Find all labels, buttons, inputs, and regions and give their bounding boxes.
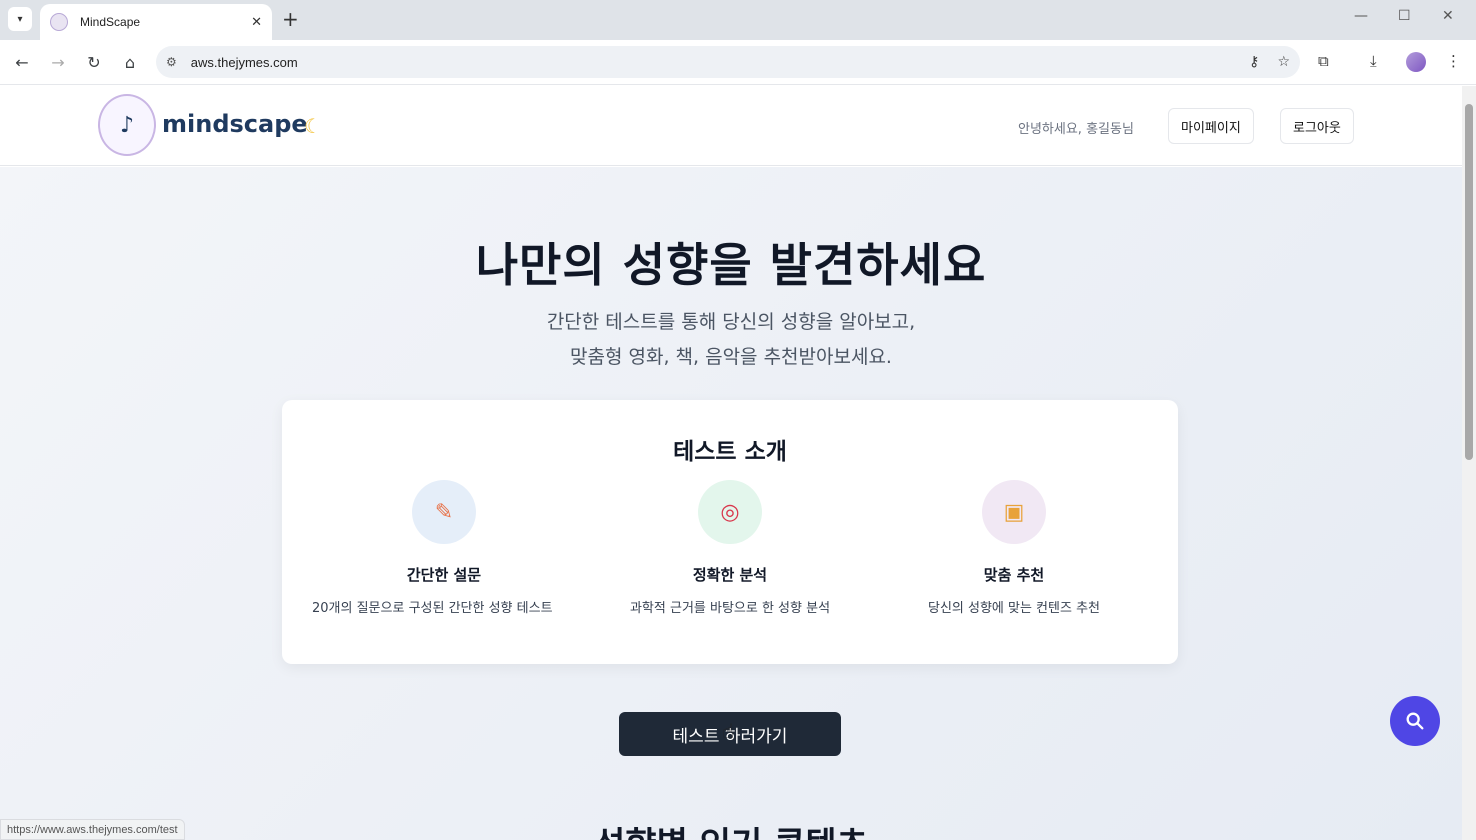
feature-title: 정확한 분석 <box>692 566 768 584</box>
user-greeting: 안녕하세요, 홍길동님 <box>1018 122 1134 137</box>
feature-desc: 당신의 성향에 맞는 컨텐즈 추천 <box>927 601 1100 616</box>
page-scrollbar[interactable] <box>1462 86 1476 840</box>
logo-icon[interactable]: ♪ <box>98 94 156 156</box>
forward-icon[interactable]: → <box>46 50 70 74</box>
new-tab-button[interactable]: + <box>282 8 299 30</box>
feature-desc: 20개의 질문으로 구성된 간단한 성향 테스트 <box>312 601 553 616</box>
logout-button[interactable]: 로그아웃 <box>1280 108 1354 144</box>
hero-subtitle-line2: 맞춤형 영화, 책, 음악을 추천받아보세요. <box>570 346 892 368</box>
feature-survey: ✎ 간단한 설문 20개의 질문으로 구성된 간단한 성향 테스트 <box>312 480 576 619</box>
brand-name[interactable]: mindscape <box>162 110 308 138</box>
url-text[interactable]: aws.thejymes.com <box>191 55 1231 70</box>
dark-mode-toggle-icon[interactable]: ☾ <box>304 114 322 138</box>
menu-icon[interactable]: ⋮ <box>1446 52 1461 70</box>
minimize-icon[interactable]: — <box>1354 8 1368 24</box>
feature-desc: 과학적 근거를 바탕으로 한 성향 분석 <box>629 601 831 616</box>
search-icon <box>1406 712 1424 730</box>
feature-title: 간단한 설문 <box>406 566 482 584</box>
maximize-icon[interactable]: ☐ <box>1398 8 1411 24</box>
section-title: 성향별 인기 콘텐츠 <box>0 817 1462 840</box>
search-fab-button[interactable] <box>1390 696 1440 746</box>
target-icon: ◎ <box>698 480 762 544</box>
gift-icon: ▣ <box>982 480 1046 544</box>
scroll-thumb[interactable] <box>1465 104 1473 460</box>
browser-tab-bar: ▾ MindScape ✕ + — ☐ ✕ <box>0 0 1476 40</box>
status-url: https://www.aws.thejymes.com/test <box>0 819 185 840</box>
tab-title: MindScape <box>80 15 141 29</box>
browser-toolbar: ← → ↻ ⌂ ⚙ aws.thejymes.com ⚷ ☆ ⧉ ⤓ ⋮ <box>0 40 1476 85</box>
extensions-icon[interactable]: ⧉ <box>1318 52 1329 70</box>
tab-close-icon[interactable]: ✕ <box>251 15 262 30</box>
feature-analysis: ◎ 정확한 분석 과학적 근거를 바탕으로 한 성향 분석 <box>598 480 862 619</box>
mypage-button[interactable]: 마이페이지 <box>1168 108 1254 144</box>
site-header: ♪ mindscape ☾ 안녕하세요, 홍길동님 마이페이지 로그아웃 <box>0 86 1462 166</box>
key-icon[interactable]: ⚷ <box>1249 54 1259 70</box>
hand-cursor-icon: ☝ <box>722 719 735 743</box>
test-intro-card: 테스트 소개 ✎ 간단한 설문 20개의 질문으로 구성된 간단한 성향 테스트… <box>282 400 1178 664</box>
back-icon[interactable]: ← <box>10 50 34 74</box>
home-icon[interactable]: ⌂ <box>118 50 142 74</box>
address-bar[interactable]: ⚙ aws.thejymes.com ⚷ ☆ <box>156 46 1300 78</box>
browser-tab[interactable]: MindScape ✕ <box>40 4 272 40</box>
bookmark-star-icon[interactable]: ☆ <box>1277 54 1290 70</box>
tab-search-button[interactable]: ▾ <box>8 7 32 31</box>
reload-icon[interactable]: ↻ <box>82 50 106 74</box>
memo-icon: ✎ <box>412 480 476 544</box>
hero-subtitle-line1: 간단한 테스트를 통해 당신의 성향을 알아보고, <box>546 311 916 333</box>
hero-title: 나만의 성향을 발견하세요 <box>475 238 987 292</box>
card-title: 테스트 소개 <box>673 439 787 465</box>
close-window-icon[interactable]: ✕ <box>1442 8 1454 24</box>
download-icon[interactable]: ⤓ <box>1370 52 1377 70</box>
profile-avatar[interactable] <box>1406 52 1426 72</box>
main-content: 나만의 성향을 발견하세요 간단한 테스트를 통해 당신의 성향을 알아보고, … <box>0 167 1462 840</box>
site-info-icon[interactable]: ⚙ <box>166 55 177 69</box>
favicon-icon <box>50 13 68 31</box>
feature-title: 맞춤 추천 <box>983 566 1045 584</box>
feature-recommend: ▣ 맞춤 추천 당신의 성향에 맞는 컨텐즈 추천 <box>882 480 1146 619</box>
